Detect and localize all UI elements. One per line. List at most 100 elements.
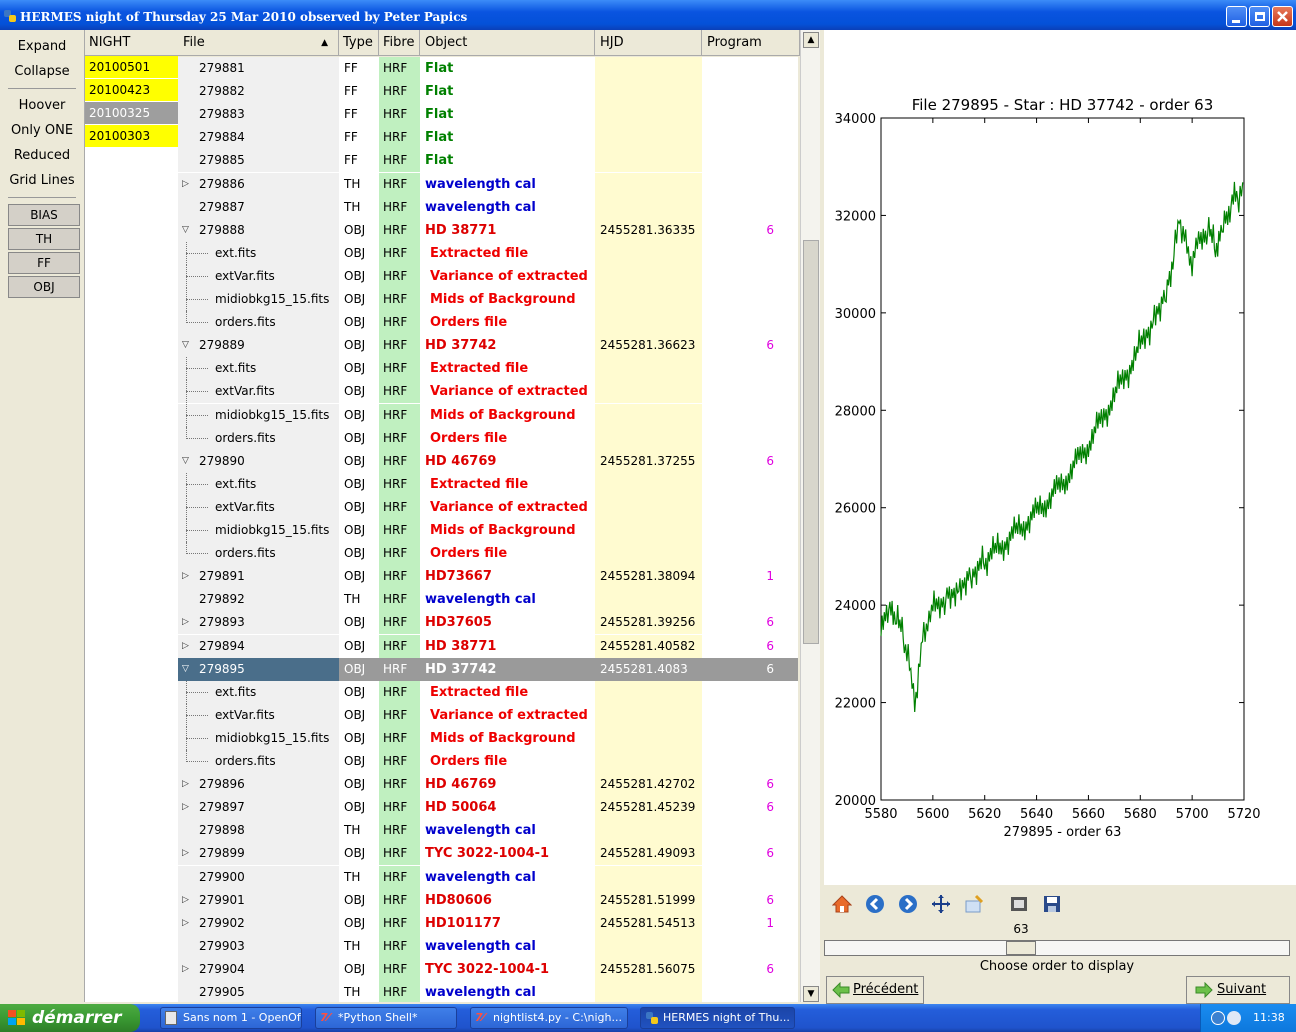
table-row[interactable]: ▽ 279889 OBJ HRF HD 37742 2455281.36623 6 [178, 334, 798, 358]
close-button[interactable] [1272, 6, 1293, 27]
start-button[interactable]: démarrer [0, 1004, 140, 1032]
reduced-toggle[interactable]: Reduced [0, 143, 84, 168]
type-filter-ff[interactable]: FF [8, 252, 80, 274]
type-filter-bias[interactable]: BIAS [8, 204, 80, 226]
maximize-button[interactable] [1249, 6, 1270, 27]
table-row[interactable]: 279882 FF HRF Flat [178, 80, 798, 104]
table-row[interactable]: 279887 TH HRF wavelength cal [178, 195, 798, 219]
expand-arrow-icon[interactable]: ▷ [182, 889, 189, 912]
grid-lines-toggle[interactable]: Grid Lines [0, 168, 84, 193]
table-row[interactable]: 279881 FF HRF Flat [178, 57, 798, 80]
pan-icon[interactable] [931, 894, 951, 914]
taskbar-item-python-shell[interactable]: 7⁄ *Python Shell* [315, 1007, 457, 1029]
table-row[interactable]: 279883 FF HRF Flat [178, 103, 798, 127]
table-row[interactable]: 279900 TH HRF wavelength cal [178, 865, 798, 889]
program-header[interactable]: Program [702, 30, 800, 56]
taskbar-item-nightlist[interactable]: 7⁄ nightlist4.py - C:\nigh... [470, 1007, 628, 1029]
table-row[interactable]: orders.fits OBJ HRF Orders file [178, 311, 798, 335]
table-row[interactable]: orders.fits OBJ HRF Orders file [178, 750, 798, 773]
collapse-arrow-icon[interactable]: ▽ [182, 658, 189, 681]
next-button[interactable]: Suivant [1186, 976, 1290, 1004]
expand-arrow-icon[interactable]: ▷ [182, 912, 189, 935]
previous-button[interactable]: Précédent [826, 976, 924, 1004]
file-tree-table[interactable]: 279881 FF HRF Flat 279882 FF HRF Flat 279883 FF HR… [178, 57, 798, 1002]
expand-arrow-icon[interactable]: ▷ [182, 611, 189, 634]
scroll-down-arrow-icon[interactable]: ▼ [803, 986, 819, 1002]
collapse-button[interactable]: Collapse [0, 59, 84, 84]
table-row[interactable]: ▷ 279893 OBJ HRF HD37605 2455281.39256 6 [178, 611, 798, 635]
save-icon[interactable] [1042, 894, 1062, 914]
spectrum-plot[interactable]: 5580 5600 5620 5640 5660 5680 5700 5720 20000 220… [824, 30, 1296, 885]
table-row[interactable]: 279884 FF HRF Flat [178, 126, 798, 150]
table-row[interactable]: midiobkg15_15.fits OBJ HRF Mids of Backgrou… [178, 403, 798, 427]
table-row[interactable]: ▷ 279901 OBJ HRF HD80606 2455281.51999 6 [178, 888, 798, 912]
table-row[interactable]: 279892 TH HRF wavelength cal [178, 588, 798, 612]
taskbar-item-openoffice[interactable]: Sans nom 1 - OpenOf... [160, 1007, 302, 1029]
minimize-button[interactable] [1226, 6, 1247, 27]
table-row[interactable]: ▷ 279899 OBJ HRF TYC 3022-1004-1 2455281.4909… [178, 842, 798, 866]
object-header[interactable]: Object [420, 30, 595, 56]
table-row[interactable]: ext.fits OBJ HRF Extracted file [178, 680, 798, 704]
file-header[interactable]: File ▲ [178, 30, 339, 56]
table-row[interactable]: orders.fits OBJ HRF Orders file [178, 542, 798, 566]
table-row[interactable]: midiobkg15_15.fits OBJ HRF Mids of Backgrou… [178, 519, 798, 542]
table-row[interactable]: ▷ 279886 TH HRF wavelength cal [178, 172, 798, 196]
subplots-icon[interactable] [1009, 894, 1029, 914]
forward-icon[interactable] [898, 894, 918, 914]
table-row[interactable]: ▽ 279895 OBJ HRF HD 37742 2455281.4083 6 [178, 657, 798, 681]
fibre-header[interactable]: Fibre [379, 30, 420, 56]
hjd-header[interactable]: HJD [595, 30, 702, 56]
table-row[interactable]: 279898 TH HRF wavelength cal [178, 819, 798, 843]
expand-arrow-icon[interactable]: ▷ [182, 796, 189, 819]
table-row[interactable]: ▷ 279896 OBJ HRF HD 46769 2455281.42702 6 [178, 773, 798, 797]
tree-scrollbar[interactable]: ▲ ▼ [800, 30, 820, 1002]
table-row[interactable]: extVar.fits OBJ HRF Variance of extracted [178, 264, 798, 288]
table-row[interactable]: midiobkg15_15.fits OBJ HRF Mids of Backgrou… [178, 726, 798, 750]
expand-arrow-icon[interactable]: ▷ [182, 958, 189, 981]
table-row[interactable]: extVar.fits OBJ HRF Variance of extracted [178, 380, 798, 404]
collapse-arrow-icon[interactable]: ▽ [182, 334, 189, 357]
expand-button[interactable]: Expand [0, 34, 84, 59]
expand-arrow-icon[interactable]: ▷ [182, 565, 189, 588]
night-header[interactable]: NIGHT [85, 30, 178, 56]
table-row[interactable]: ext.fits OBJ HRF Extracted file [178, 472, 798, 496]
zoom-icon[interactable] [964, 894, 984, 914]
table-row[interactable]: ▷ 279904 OBJ HRF TYC 3022-1004-1 2455281.5607… [178, 957, 798, 981]
table-row[interactable]: extVar.fits OBJ HRF Variance of extracted [178, 495, 798, 519]
table-row[interactable]: midiobkg15_15.fits OBJ HRF Mids of Backgrou… [178, 288, 798, 311]
night-item[interactable]: 20100303 [85, 125, 178, 148]
collapse-arrow-icon[interactable]: ▽ [182, 450, 189, 473]
table-row[interactable]: extVar.fits OBJ HRF Variance of extracted [178, 703, 798, 727]
night-item[interactable]: 20100325 [85, 102, 178, 125]
table-row[interactable]: 279885 FF HRF Flat [178, 149, 798, 173]
collapse-arrow-icon[interactable]: ▽ [182, 219, 189, 242]
network-icon[interactable] [1211, 1011, 1225, 1025]
table-row[interactable]: 279905 TH HRF wavelength cal [178, 981, 798, 1002]
expand-arrow-icon[interactable]: ▷ [182, 173, 189, 196]
type-filter-obj[interactable]: OBJ [8, 276, 80, 298]
type-header[interactable]: Type [339, 30, 379, 56]
table-row[interactable]: ▷ 279894 OBJ HRF HD 38771 2455281.40582 6 [178, 634, 798, 658]
table-row[interactable]: ▷ 279902 OBJ HRF HD101177 2455281.54513 1 [178, 911, 798, 935]
table-row[interactable]: 279903 TH HRF wavelength cal [178, 934, 798, 958]
expand-arrow-icon[interactable]: ▷ [182, 842, 189, 865]
type-filter-th[interactable]: TH [8, 228, 80, 250]
scroll-up-arrow-icon[interactable]: ▲ [803, 32, 819, 48]
expand-arrow-icon[interactable]: ▷ [182, 635, 189, 658]
volume-icon[interactable] [1227, 1011, 1241, 1025]
home-icon[interactable] [832, 894, 852, 914]
slider-handle[interactable] [1006, 941, 1037, 955]
table-row[interactable]: orders.fits OBJ HRF Orders file [178, 426, 798, 450]
table-row[interactable]: ▽ 279890 OBJ HRF HD 46769 2455281.37255 6 [178, 449, 798, 473]
expand-arrow-icon[interactable]: ▷ [182, 773, 189, 796]
night-item[interactable]: 20100501 [85, 56, 178, 79]
hoover-toggle[interactable]: Hoover [0, 93, 84, 118]
table-row[interactable]: ▷ 279897 OBJ HRF HD 50064 2455281.45239 6 [178, 796, 798, 820]
scrollbar-thumb[interactable] [803, 240, 819, 644]
table-row[interactable]: ext.fits OBJ HRF Extracted file [178, 357, 798, 381]
taskbar-item-hermes[interactable]: HERMES night of Thu... [640, 1007, 795, 1029]
table-row[interactable]: ▷ 279891 OBJ HRF HD73667 2455281.38094 1 [178, 565, 798, 589]
night-item[interactable]: 20100423 [85, 79, 178, 102]
table-row[interactable]: ext.fits OBJ HRF Extracted file [178, 241, 798, 265]
back-icon[interactable] [865, 894, 885, 914]
